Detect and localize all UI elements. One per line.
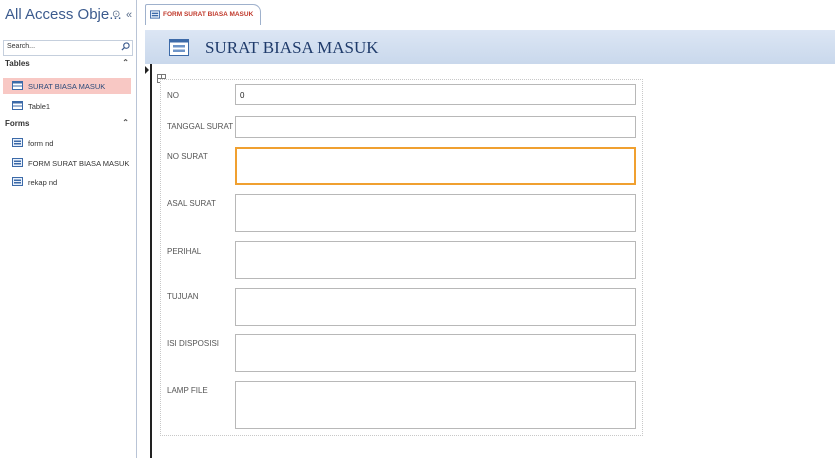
nav-item-table1[interactable]: Table1 — [3, 98, 131, 114]
form-icon — [169, 39, 189, 56]
group-header-forms[interactable]: Forms ⌃ — [3, 118, 131, 130]
form-header: SURAT BIASA MASUK — [145, 30, 835, 64]
input-no[interactable]: 0 — [235, 84, 636, 105]
label-perihal: PERIHAL — [167, 247, 202, 256]
chevron-up-icon: ⌃ — [122, 118, 129, 127]
label-no-surat: NO SURAT — [167, 152, 208, 161]
nav-item-label: form nd — [28, 139, 54, 148]
label-tanggal-surat: TANGGAL SURAT — [167, 122, 234, 131]
group-label: Tables — [5, 59, 30, 68]
input-tanggal-surat[interactable] — [235, 116, 636, 138]
input-perihal[interactable] — [235, 241, 636, 279]
form-title: SURAT BIASA MASUK — [205, 38, 379, 57]
form-icon — [12, 138, 23, 147]
input-no-surat[interactable] — [235, 147, 636, 185]
nav-item-label: SURAT BIASA MASUK — [28, 82, 106, 91]
nav-item-rekap-nd[interactable]: rekap nd — [3, 174, 131, 190]
nav-item-label: Table1 — [28, 102, 51, 111]
document-tab-strip: FORM SURAT BIASA MASUK — [137, 0, 835, 28]
input-lamp-file[interactable] — [235, 381, 636, 429]
form-icon — [12, 177, 23, 186]
nav-item-surat-biasa-masuk-table[interactable]: SURAT BIASA MASUK — [3, 78, 131, 94]
input-tujuan[interactable] — [235, 288, 636, 326]
table-icon — [12, 81, 23, 90]
nav-search-input[interactable]: Search... — [3, 40, 133, 56]
tab-form-surat-biasa-masuk[interactable]: FORM SURAT BIASA MASUK — [145, 4, 261, 25]
chevron-up-icon: ⌃ — [122, 58, 129, 67]
search-placeholder: Search... — [7, 43, 36, 50]
input-isi-disposisi[interactable] — [235, 334, 636, 372]
nav-item-form-nd[interactable]: form nd — [3, 135, 131, 151]
form-icon — [12, 158, 23, 167]
label-lamp-file: LAMP FILE — [167, 386, 208, 395]
group-header-tables[interactable]: Tables ⌃ — [3, 58, 131, 70]
nav-item-label: FORM SURAT BIASA MASUK — [28, 159, 130, 168]
current-record-arrow-icon — [145, 66, 149, 74]
label-asal-surat: ASAL SURAT — [167, 199, 216, 208]
search-icon[interactable] — [121, 42, 130, 51]
tab-label: FORM SURAT BIASA MASUK — [163, 11, 254, 18]
collapse-nav-button[interactable]: « — [126, 9, 132, 21]
record-selector[interactable] — [145, 64, 152, 458]
input-asal-surat[interactable] — [235, 194, 636, 232]
label-no: NO — [167, 91, 179, 100]
nav-title[interactable]: All Access Obje... — [5, 6, 122, 23]
form-icon — [150, 10, 160, 19]
group-label: Forms — [5, 119, 30, 128]
label-tujuan: TUJUAN — [167, 292, 199, 301]
chevron-circle-icon[interactable]: ⊙ — [112, 9, 120, 20]
nav-header: All Access Obje... ⊙ « — [3, 6, 135, 28]
nav-item-label: rekap nd — [28, 178, 58, 187]
navigation-pane: All Access Obje... ⊙ « Search... Tables … — [0, 0, 137, 458]
label-isi-disposisi: ISI DISPOSISI — [167, 339, 220, 348]
nav-item-form-surat-biasa-masuk[interactable]: FORM SURAT BIASA MASUK — [3, 155, 131, 171]
table-icon — [12, 101, 23, 110]
